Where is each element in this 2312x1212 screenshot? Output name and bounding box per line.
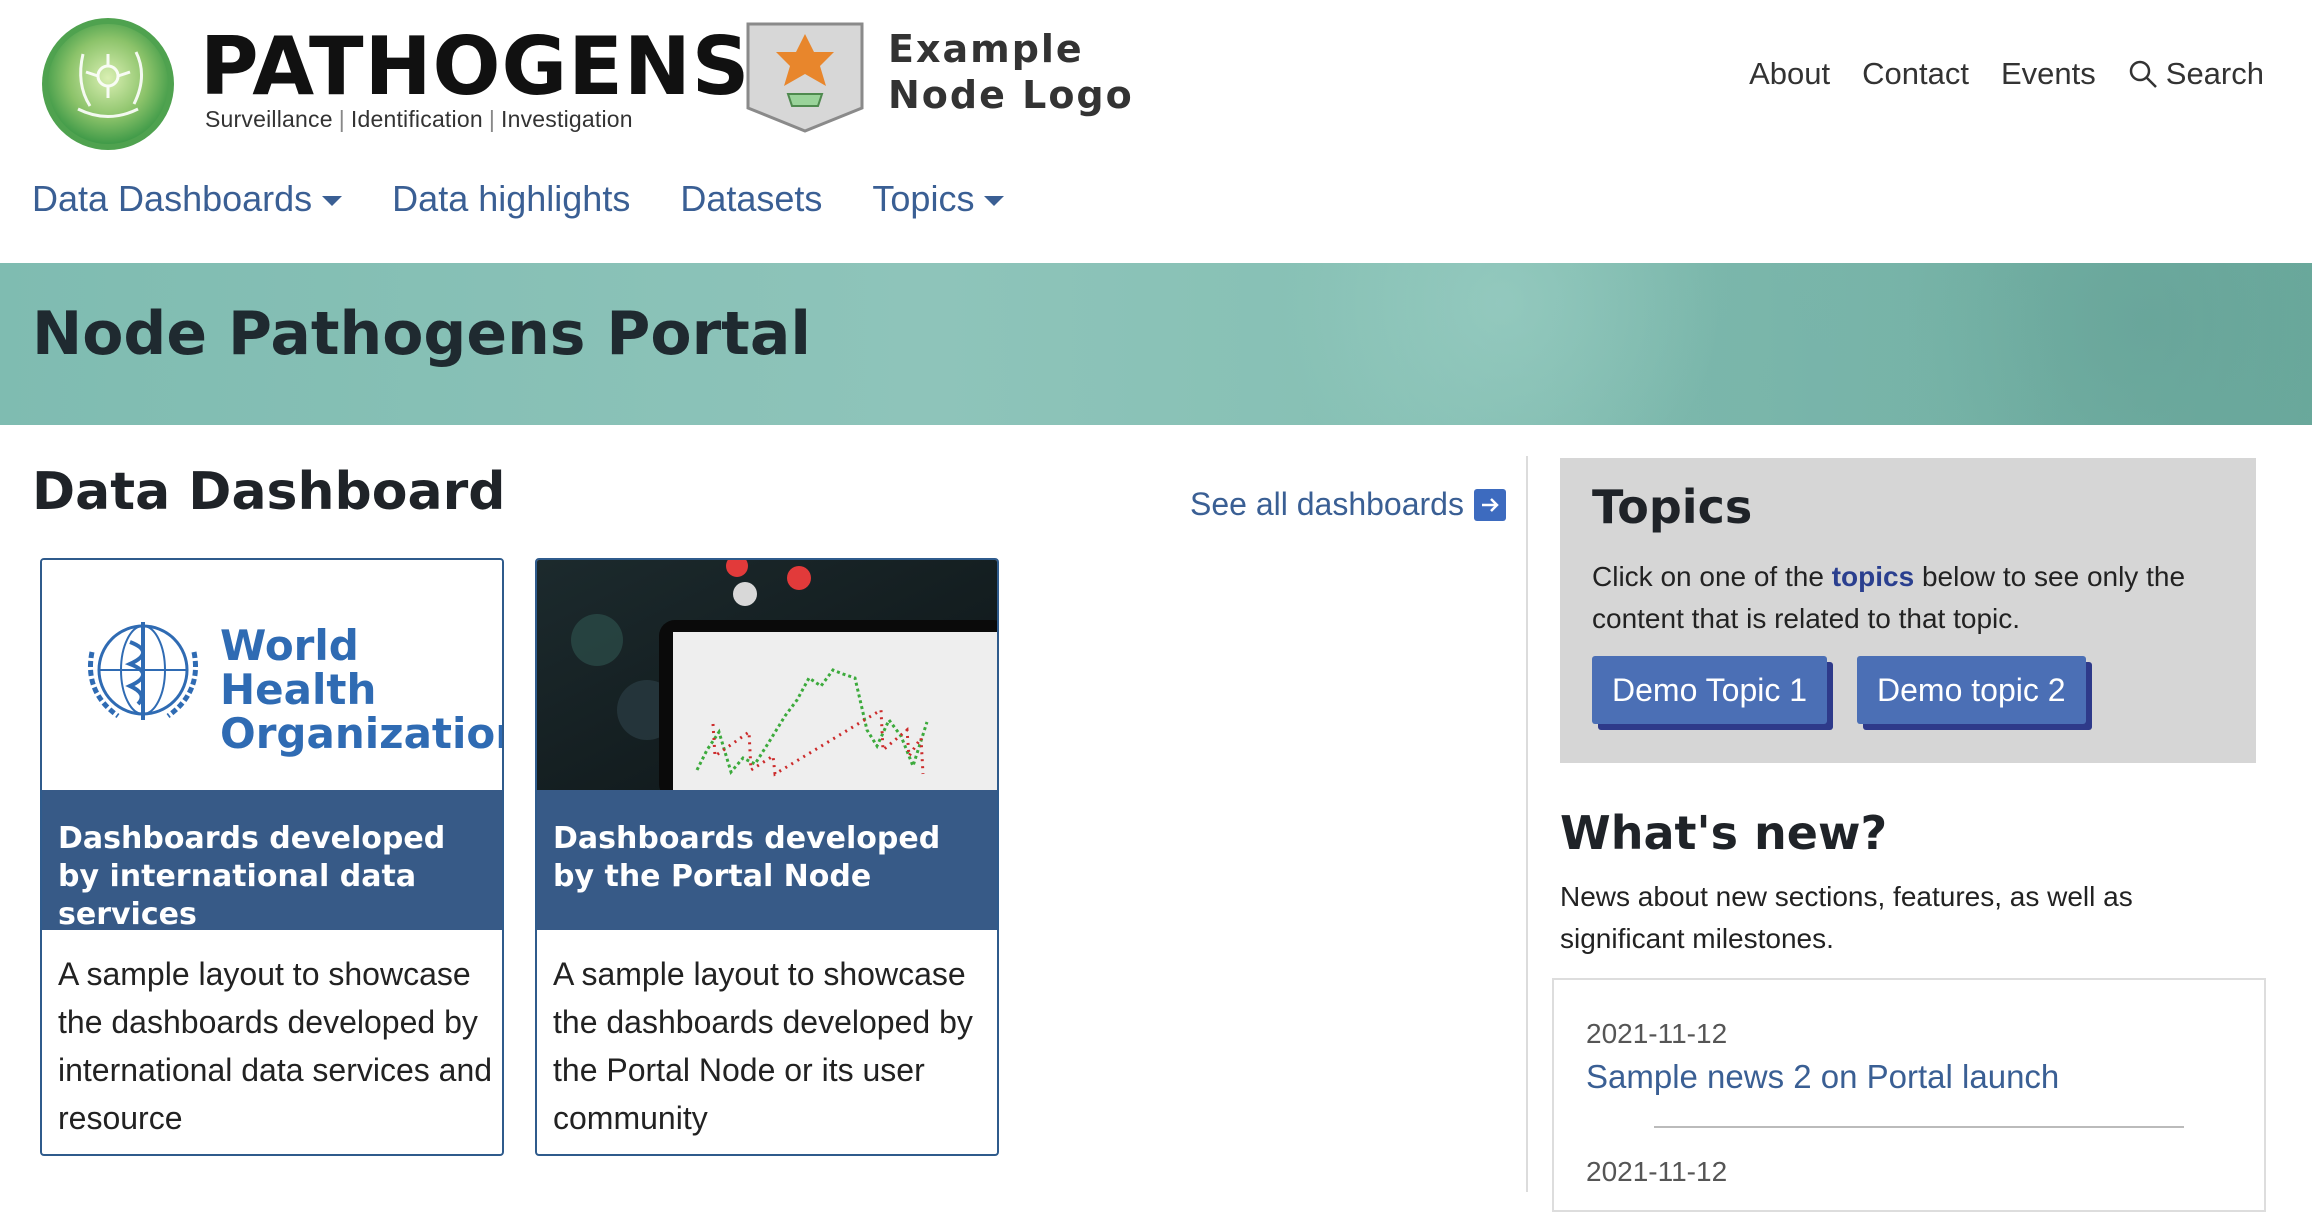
- tagline-surveillance: Surveillance: [205, 106, 333, 132]
- whats-new-title: What's new?: [1560, 806, 1888, 860]
- nav-about[interactable]: About: [1749, 56, 1830, 92]
- site-header: PATHOGENS Surveillance | Identification | In…: [0, 0, 2312, 219]
- search-icon: [2129, 60, 2157, 88]
- who-logo-image: World Health Organization: [42, 560, 502, 790]
- tagline-separator: |: [488, 106, 496, 132]
- stock-chart-photo: [537, 560, 997, 802]
- card-description: A sample layout to showcase the dashboar…: [553, 956, 973, 1136]
- news-list: 2021-11-12 Sample news 2 on Portal launc…: [1552, 978, 2266, 1212]
- node-logo-line2: Node Logo: [888, 73, 1134, 117]
- node-logo-line1: Example: [888, 27, 1084, 71]
- chevron-down-icon: [322, 196, 343, 206]
- tagline-separator: |: [338, 106, 345, 132]
- dashboard-card-international[interactable]: World Health Organization Dashboards dev…: [40, 558, 504, 1156]
- who-emblem-icon: [88, 622, 198, 720]
- news-separator: [1654, 1126, 2184, 1128]
- who-logo-line1: World Health: [220, 621, 377, 714]
- pathogens-logo-icon[interactable]: [38, 14, 178, 154]
- card-heading-band: Dashboards developed by the Portal Node: [537, 790, 997, 930]
- news-date: 2021-11-12: [1586, 1156, 1728, 1187]
- see-all-dashboards-link[interactable]: See all dashboards: [1190, 486, 1506, 523]
- whats-new-description: News about new sections, features, as we…: [1560, 881, 2133, 954]
- nav-topics[interactable]: Topics: [872, 178, 1005, 220]
- brand-title[interactable]: PATHOGENS: [200, 22, 750, 112]
- card-heading-band: Dashboards developed by international da…: [42, 790, 502, 932]
- who-logo-line2: Organization: [220, 709, 504, 758]
- card-heading: Dashboards developed by international da…: [58, 821, 446, 932]
- dashboard-section-title: Data Dashboard: [32, 462, 506, 522]
- top-nav: About Contact Events Search: [1749, 56, 2264, 92]
- page-title: Node Pathogens Portal: [32, 299, 811, 369]
- main-nav: Data Dashboards Data highlights Datasets…: [32, 178, 1005, 220]
- node-logo-icon[interactable]: [744, 20, 866, 135]
- dashboard-card-portal-node[interactable]: Dashboards developed by the Portal Node …: [535, 558, 999, 1156]
- topics-panel: Topics Click on one of the topics below …: [1560, 458, 2256, 763]
- tagline-investigation: Investigation: [501, 106, 633, 132]
- column-divider: [1526, 456, 1528, 1192]
- hero-banner: Node Pathogens Portal: [0, 263, 2312, 425]
- arrow-right-icon: [1473, 488, 1506, 521]
- topics-description: Click on one of the topics below to see …: [1592, 556, 2222, 640]
- topics-title: Topics: [1592, 480, 1753, 534]
- monitor-chart-image: [537, 560, 997, 802]
- nav-data-dashboards[interactable]: Data Dashboards: [32, 178, 343, 220]
- search-label: Search: [2165, 56, 2264, 91]
- topics-keyword-link[interactable]: topics: [1832, 561, 1914, 592]
- node-logo-text: Example Node Logo: [888, 26, 1134, 118]
- see-all-label: See all dashboards: [1190, 486, 1464, 522]
- page: PATHOGENS Surveillance | Identification | In…: [0, 0, 2312, 1212]
- who-logo-text: World Health Organization: [220, 621, 504, 758]
- topics-text-before: Click on one of the: [1592, 561, 1832, 592]
- nav-datasets-label: Datasets: [680, 178, 823, 219]
- card-description: A sample layout to showcase the dashboar…: [58, 956, 493, 1136]
- news-link[interactable]: Sample news 2 on Portal launch: [1586, 1058, 2059, 1096]
- nav-topics-label: Topics: [872, 178, 975, 219]
- card-heading: Dashboards developed by the Portal Node: [553, 821, 941, 894]
- brand-tagline: Surveillance | Identification | Investigatio…: [205, 106, 633, 133]
- news-date: 2021-11-12: [1586, 1018, 1728, 1049]
- topic-button-demo-1[interactable]: Demo Topic 1: [1592, 656, 1828, 724]
- nav-data-highlights-label: Data highlights: [392, 178, 631, 219]
- nav-datasets[interactable]: Datasets: [680, 178, 822, 220]
- nav-data-dashboards-label: Data Dashboards: [32, 178, 313, 219]
- nav-search[interactable]: Search: [2128, 56, 2264, 92]
- chevron-down-icon: [984, 196, 1005, 206]
- topic-button-demo-2[interactable]: Demo topic 2: [1857, 656, 2086, 724]
- nav-events[interactable]: Events: [2001, 56, 2096, 92]
- nav-contact[interactable]: Contact: [1862, 56, 1969, 92]
- tagline-identification: Identification: [350, 106, 483, 132]
- nav-data-highlights[interactable]: Data highlights: [392, 178, 630, 220]
